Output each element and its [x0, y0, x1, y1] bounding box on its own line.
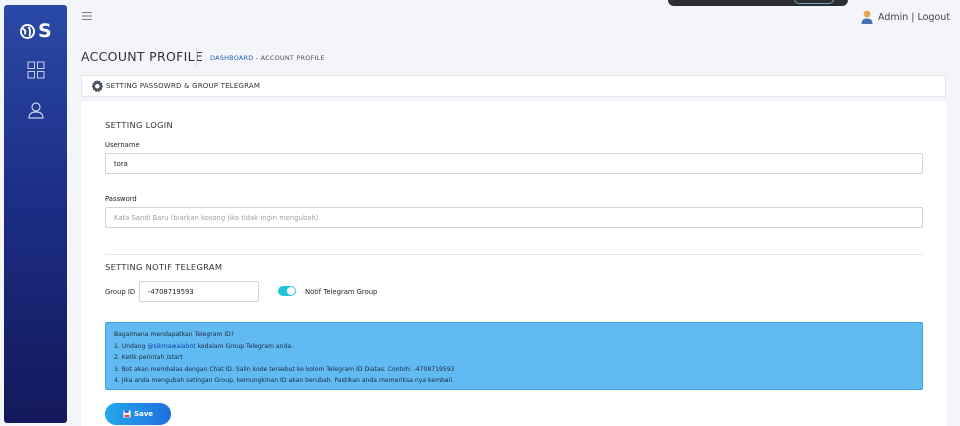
card-header-title: SETTING PASSOWRD & GROUP TELEGRAM — [106, 82, 261, 90]
info-step-1: 1. Undang @sikmawalabot kedalam Group Te… — [114, 341, 914, 353]
breadcrumb: DASHBOARD - ACCOUNT PROFILE — [210, 54, 325, 62]
username-input[interactable]: tora — [105, 153, 923, 174]
username-value: tora — [114, 159, 128, 168]
admin-avatar-icon — [861, 10, 873, 24]
floppy-disk-icon — [123, 410, 131, 418]
section-divider — [105, 254, 923, 255]
gear-icon — [91, 79, 104, 93]
bot-mention-link[interactable]: @sikmawalabot — [147, 343, 195, 350]
notification-pill — [794, 0, 834, 4]
user-menu[interactable]: Admin | Logout — [861, 10, 950, 24]
info-step-4: 4. Jika anda mengubah setingan Group, ke… — [114, 377, 454, 384]
breadcrumb-separator: - — [255, 54, 259, 62]
password-placeholder: Kata Sandi Baru (biarkan kosong jika tid… — [114, 213, 319, 222]
group-id-label: Group ID — [105, 288, 136, 296]
notif-telegram-toggle[interactable] — [278, 286, 296, 296]
section-title-telegram: SETTING NOTIF TELEGRAM — [105, 262, 223, 272]
sidebar: S — [4, 5, 67, 423]
user-icon[interactable] — [27, 101, 45, 119]
notif-telegram-label: Notif Telegram Group — [305, 288, 378, 296]
globe-logo-icon — [20, 24, 35, 39]
info-step-1-prefix: 1. Undang — [114, 342, 148, 350]
password-label: Password — [105, 195, 137, 203]
user-menu-label[interactable]: Admin | Logout — [878, 12, 950, 23]
save-button[interactable]: Save — [105, 403, 171, 425]
username-label: Username — [105, 141, 140, 149]
breadcrumb-dashboard-link[interactable]: DASHBOARD — [210, 54, 253, 62]
section-title-login: SETTING LOGIN — [105, 120, 174, 130]
brand-logo[interactable]: S — [20, 22, 52, 41]
info-step-1-suffix: kedalam Group Telegram anda. — [195, 342, 294, 350]
settings-card: SETTING LOGIN Username tora Password Kat… — [81, 101, 946, 426]
group-id-value: -4708719593 — [148, 287, 194, 296]
toggle-knob — [287, 287, 295, 295]
breadcrumb-divider — [196, 47, 197, 67]
info-heading: Bagaimana mendapatkan Telegram ID? — [114, 331, 235, 338]
hamburger-menu-icon[interactable] — [82, 11, 94, 21]
breadcrumb-current: ACCOUNT PROFILE — [260, 54, 325, 62]
password-input[interactable]: Kata Sandi Baru (biarkan kosong jika tid… — [105, 207, 923, 228]
info-step-3: 3. Bot akan membalas dengan Chat ID. Sal… — [114, 365, 455, 373]
telegram-info-box: Bagaimana mendapatkan Telegram ID? 1. Un… — [105, 322, 923, 390]
page-title: ACCOUNT PROFILE — [81, 49, 204, 64]
brand-letter: S — [38, 20, 52, 42]
grid-icon[interactable] — [27, 61, 45, 79]
group-id-input[interactable]: -4708719593 — [139, 281, 259, 302]
info-step-2: 2. Ketik perintah /start — [114, 354, 183, 361]
save-button-label: Save — [133, 410, 154, 418]
top-notification-strip — [668, 0, 848, 6]
card-header: SETTING PASSOWRD & GROUP TELEGRAM — [81, 75, 946, 97]
